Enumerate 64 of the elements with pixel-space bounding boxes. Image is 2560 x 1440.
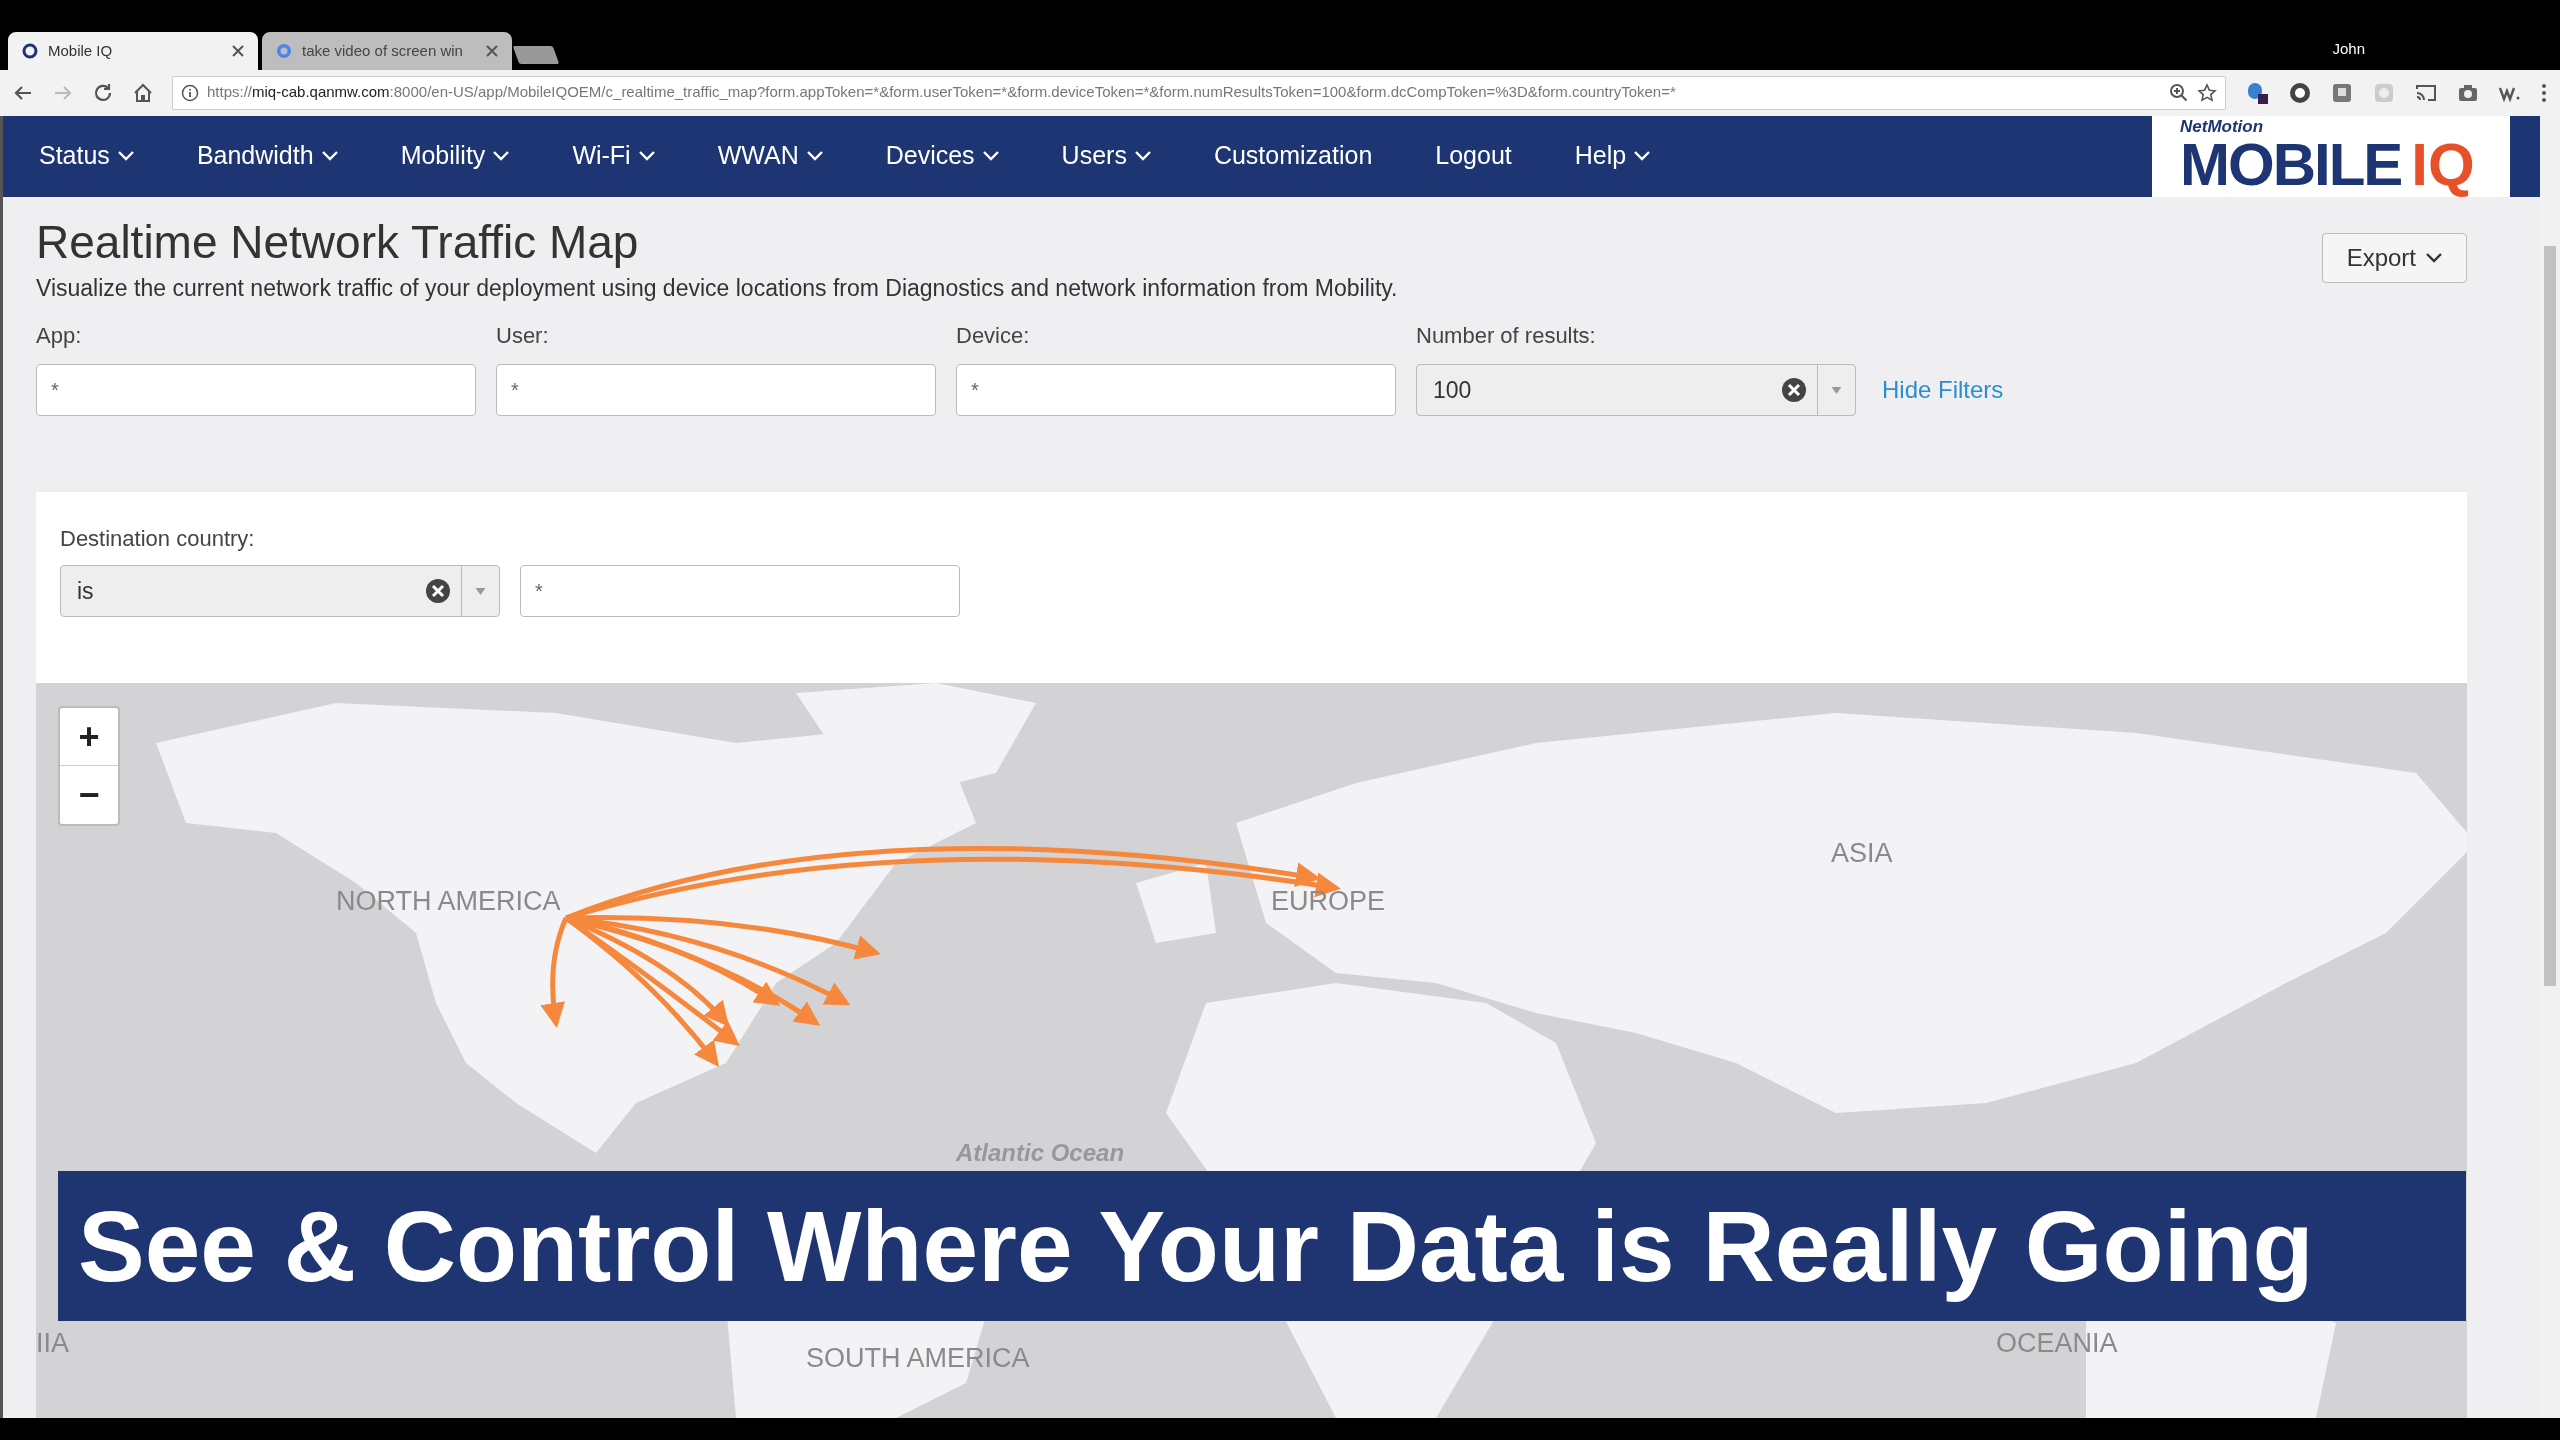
chevron-down-icon: [493, 151, 510, 162]
home-icon[interactable]: [132, 81, 154, 104]
field-label: User:: [496, 322, 550, 351]
close-icon[interactable]: [232, 44, 244, 57]
nav-link[interactable]: Customization: [1213, 137, 1373, 175]
chevron-down-icon: [2426, 252, 2442, 263]
chevron-down-icon: [321, 151, 338, 162]
chevron-down-icon: [1134, 151, 1151, 162]
reload-icon[interactable]: [92, 81, 114, 104]
text-input[interactable]: *: [496, 364, 936, 417]
star-icon[interactable]: [2197, 82, 2217, 103]
close-icon[interactable]: [486, 44, 498, 57]
country-input[interactable]: *: [520, 565, 960, 618]
nav-link[interactable]: Logout: [1435, 137, 1512, 175]
new-tab-button[interactable]: [512, 45, 560, 64]
nav-menu[interactable]: Help: [1574, 137, 1651, 175]
nav-menu[interactable]: Bandwidth: [196, 137, 338, 175]
ocean-label: Atlantic Ocean: [956, 1138, 1125, 1169]
chevron-down-icon: [982, 151, 999, 162]
clear-icon[interactable]: [425, 578, 451, 605]
clear-icon[interactable]: [1781, 377, 1807, 404]
region-label: SOUTH AMERICA: [806, 1342, 1030, 1376]
chevron-down-icon: [806, 151, 823, 162]
favicon-icon: [22, 42, 38, 59]
nav-menu[interactable]: WWAN: [717, 137, 823, 175]
region-label: ASIA: [1831, 837, 1893, 871]
zoom-icon[interactable]: [2169, 82, 2189, 103]
profile-name[interactable]: John: [2332, 38, 2365, 61]
favicon-icon: [276, 42, 292, 59]
text-input[interactable]: *: [36, 364, 476, 417]
browser-tab[interactable]: take video of screen win: [262, 31, 512, 70]
operator-select[interactable]: is: [60, 565, 500, 618]
address-bar[interactable]: https://miq-cab.qanmw.com:8000/en-US/app/MobileIQOEM/c_realtime_traffic_map?form.appToken=*&form.userToken=*&form.deviceToken=*&form.numResultsToken=100&form.dcCompToken=%3D&form.countryToken=*: [172, 75, 2226, 110]
export-button[interactable]: Export: [2321, 232, 2467, 283]
page-title: Realtime Network Traffic Map: [36, 214, 640, 269]
zoom-out-button[interactable]: −: [60, 766, 118, 825]
extension-icon[interactable]: [2288, 80, 2312, 105]
caption-banner: See & Control Where Your Data is Really Going: [58, 1171, 2466, 1322]
nav-menu[interactable]: Mobility: [400, 137, 510, 175]
info-icon: [181, 83, 199, 102]
chevron-down-icon: [1634, 151, 1651, 162]
field-label: App:: [36, 322, 83, 351]
browser-tab[interactable]: Mobile IQ: [8, 31, 258, 70]
menu-icon[interactable]: [2540, 81, 2548, 104]
nav-menu[interactable]: Wi-Fi: [572, 137, 655, 175]
chevron-down-icon: [638, 151, 655, 162]
url-text: https://miq-cab.qanmw.com:8000/en-US/app/MobileIQOEM/c_realtime_traffic_map?form.appToken=*&form.userToken=*&form.deviceToken=*&form.numResultsToken=100&form.dcCompToken=%3D&form.countryToken=*: [207, 82, 1677, 103]
page-description: Visualize the current network traffic of your deployment using device locations from Diagnostics and network information from Mobility.: [36, 273, 1398, 303]
text-input[interactable]: *: [956, 364, 1396, 417]
nav-menu[interactable]: Devices: [885, 137, 999, 175]
logo: NetMotion MOBILE IQ: [2152, 115, 2510, 197]
region-label: OCEANIA: [1996, 1327, 2118, 1361]
nav-menu[interactable]: Users: [1061, 137, 1151, 175]
field-label: Device:: [956, 322, 1031, 351]
world-map[interactable]: + − NORTH AMERICA EUROPE ASIA Atlantic Ocean See & Control Where Your Data is Really Going IIA SOUTH AMERICA OCEANIA: [36, 683, 2467, 1419]
region-label: IIA: [36, 1327, 69, 1361]
zoom-in-button[interactable]: +: [60, 708, 118, 767]
chevron-down-icon: [117, 151, 134, 162]
field-label: Destination country:: [60, 525, 256, 554]
results-select[interactable]: 100: [1416, 364, 1856, 417]
region-label: EUROPE: [1271, 885, 1386, 919]
nav-menu[interactable]: Status: [39, 137, 134, 175]
field-label: Number of results:: [1416, 322, 1597, 351]
region-label: NORTH AMERICA: [336, 885, 561, 919]
